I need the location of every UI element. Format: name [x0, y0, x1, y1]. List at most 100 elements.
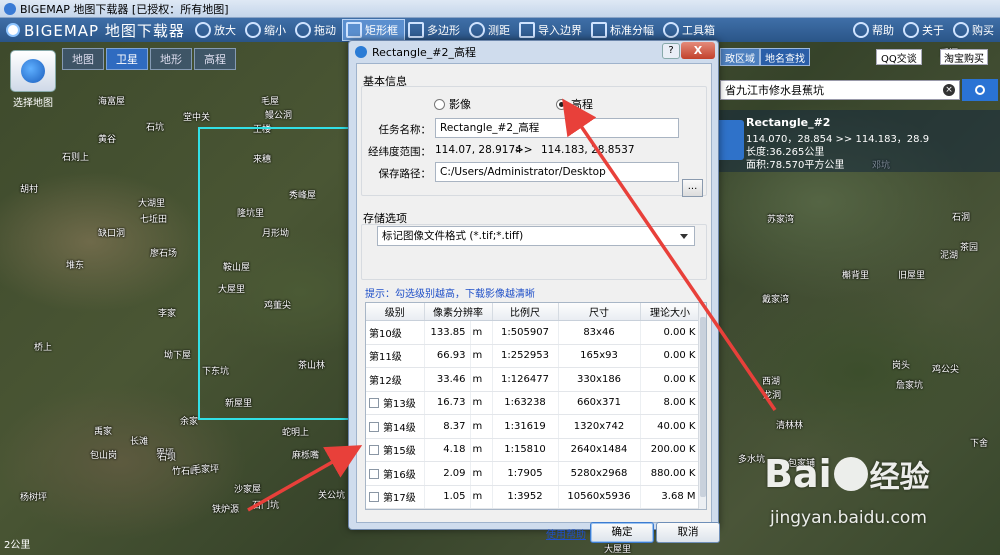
about-button[interactable]: 关于: [900, 19, 950, 41]
level-checkbox[interactable]: [369, 468, 379, 479]
map-place-label: 廖石场: [150, 249, 178, 259]
main-toolbar: BIGEMAP 地图下载器 放大 缩小 拖动 矩形框 多边形 测距 导入边界 标…: [0, 18, 1000, 42]
table-row[interactable]: 第15级 4.18 m 1:15810 2640x1484 200.00 K: [366, 438, 701, 462]
tab-terrain[interactable]: 地形: [150, 48, 192, 70]
cell-resolution: 8.37: [424, 414, 471, 439]
map-place-label: 槲背里: [842, 271, 870, 281]
selection-rectangle[interactable]: [198, 127, 350, 420]
pan-button[interactable]: 拖动: [292, 19, 342, 41]
scrollbar-thumb[interactable]: [700, 317, 706, 497]
task-name-input[interactable]: Rectangle_#2_高程: [435, 118, 679, 138]
table-row[interactable]: 第16级 2.09 m 1:7905 5280x2968 880.00 K: [366, 461, 701, 486]
tab-map[interactable]: 地图: [62, 48, 104, 70]
cell-estimate: 40.00 K: [640, 414, 701, 439]
task-name-label: 任务名称：: [378, 124, 432, 136]
baidu-paw-icon: [833, 457, 868, 491]
taobao-buy-button[interactable]: 淘宝购买: [940, 49, 988, 65]
toolbox-icon: [663, 22, 679, 38]
col-resolution[interactable]: 像素分辨率: [424, 303, 493, 321]
map-place-label: 詹家坑: [896, 381, 924, 391]
map-place-label: 鸡公尖: [932, 365, 960, 375]
cell-size: 165x93: [558, 344, 641, 368]
level-checkbox[interactable]: [369, 445, 379, 456]
range-separator: >>: [515, 144, 533, 156]
help-icon: [853, 22, 869, 38]
window-title: BIGEMAP 地图下载器 [已授权：所有地图]: [20, 2, 229, 16]
ok-button[interactable]: 确定: [590, 522, 654, 543]
cell-size: 330x186: [558, 367, 641, 392]
cell-resolution: 66.93: [424, 344, 471, 368]
polygon-tool-button[interactable]: 多边形: [405, 19, 466, 41]
help-link[interactable]: 使用帮助: [546, 526, 586, 541]
search-button[interactable]: [962, 79, 998, 101]
cell-unit: m: [470, 367, 493, 392]
tab-place-search[interactable]: 地名查找: [760, 48, 810, 66]
map-place-label: 茶园: [960, 243, 979, 253]
info-icon: [903, 22, 919, 38]
table-row[interactable]: 第12级 33.46 m 1:126477 330x186 0.00 K: [366, 367, 701, 392]
buy-button[interactable]: 购买: [950, 19, 1000, 41]
cell-resolution: 1.05: [424, 485, 471, 509]
layer-tabs: 地图 卫星 地形 高程: [62, 48, 236, 70]
zoom-in-button[interactable]: 放大: [192, 19, 242, 41]
cell-size: 1320x742: [558, 414, 641, 439]
table-row[interactable]: 第14级 8.37 m 1:31619 1320x742 40.00 K: [366, 414, 701, 439]
import-boundary-button[interactable]: 导入边界: [516, 19, 588, 41]
map-place-label: 石洞: [952, 213, 971, 223]
polygon-icon: [408, 22, 424, 38]
logo-icon: [6, 23, 20, 37]
brand-logo: BIGEMAP 地图下载器: [0, 20, 192, 41]
standard-grid-button[interactable]: 标准分幅: [588, 19, 660, 41]
table-row[interactable]: 第17级 1.05 m 1:3952 10560x5936 3.68 M: [366, 485, 701, 509]
cell-unit: m: [470, 485, 493, 509]
table-row[interactable]: 第11级 66.93 m 1:252953 165x93 0.00 K: [366, 344, 701, 368]
table-scrollbar[interactable]: [698, 303, 706, 509]
cancel-button[interactable]: 取消: [656, 522, 720, 543]
rectangle-tool-button[interactable]: 矩形框: [342, 19, 405, 41]
map-place-label: 下舍: [970, 439, 989, 449]
map-place-label: 关公坑: [318, 491, 346, 501]
tab-elevation[interactable]: 高程: [194, 48, 236, 70]
map-scale-bar: 2公里: [4, 540, 31, 551]
level-checkbox[interactable]: [369, 398, 379, 409]
table-row[interactable]: 第13级 16.73 m 1:63238 660x371 8.00 K: [366, 391, 701, 415]
help-button[interactable]: 帮助: [850, 19, 900, 41]
tab-satellite[interactable]: 卫星: [106, 48, 148, 70]
format-select[interactable]: 标记图像文件格式 (*.tif;*.tiff): [377, 226, 695, 246]
radio-image[interactable]: 影像: [434, 96, 471, 112]
save-path-input[interactable]: C:/Users/Administrator/Desktop: [435, 162, 679, 182]
dialog-help-button[interactable]: ?: [662, 43, 680, 59]
import-icon: [519, 22, 535, 38]
col-level[interactable]: 级别: [366, 303, 425, 321]
dialog-close-button[interactable]: X: [681, 42, 715, 59]
tab-admin-region[interactable]: 政区域: [720, 48, 760, 66]
col-scale[interactable]: 比例尺: [492, 303, 559, 321]
map-place-label: 桥上: [34, 343, 53, 353]
search-result-item[interactable]: Rectangle_#2 114.070，28.854 >> 114.183，2…: [712, 110, 1000, 172]
hint-text: 提示：勾选级别越高，下载影像越清晰: [365, 289, 535, 300]
level-checkbox[interactable]: [369, 421, 379, 432]
qq-chat-button[interactable]: QQ交谈: [876, 49, 922, 65]
cell-scale: 1:252953: [492, 344, 559, 368]
browse-button[interactable]: ...: [682, 179, 703, 197]
place-search-input[interactable]: 省九江市修水县蕉坑 ×: [720, 80, 960, 100]
select-map-button[interactable]: 选择地图: [8, 50, 58, 109]
globe-icon: [10, 50, 56, 92]
clear-icon[interactable]: ×: [943, 84, 955, 96]
toolbox-button[interactable]: 工具箱: [660, 19, 721, 41]
map-place-label: 铁炉源: [212, 505, 240, 515]
radio-dot-selected-icon: [556, 98, 567, 110]
table-row[interactable]: 第10级 133.85 m 1:505907 83x46 0.00 K: [366, 320, 701, 345]
map-place-label: 杨树坪: [20, 493, 48, 503]
map-place-label: 石坝: [158, 453, 177, 463]
map-place-label: 麻栎嘴: [292, 451, 320, 461]
col-estimate[interactable]: 理论大小: [640, 303, 701, 321]
level-checkbox[interactable]: [369, 492, 379, 503]
col-size[interactable]: 尺寸: [558, 303, 641, 321]
cell-estimate: 3.68 M: [640, 485, 701, 509]
map-place-label: 石则上: [62, 153, 90, 163]
radio-elevation[interactable]: 高程: [556, 96, 593, 112]
cell-level: 第10级: [366, 320, 425, 345]
measure-button[interactable]: 测距: [466, 19, 516, 41]
zoom-out-button[interactable]: 缩小: [242, 19, 292, 41]
